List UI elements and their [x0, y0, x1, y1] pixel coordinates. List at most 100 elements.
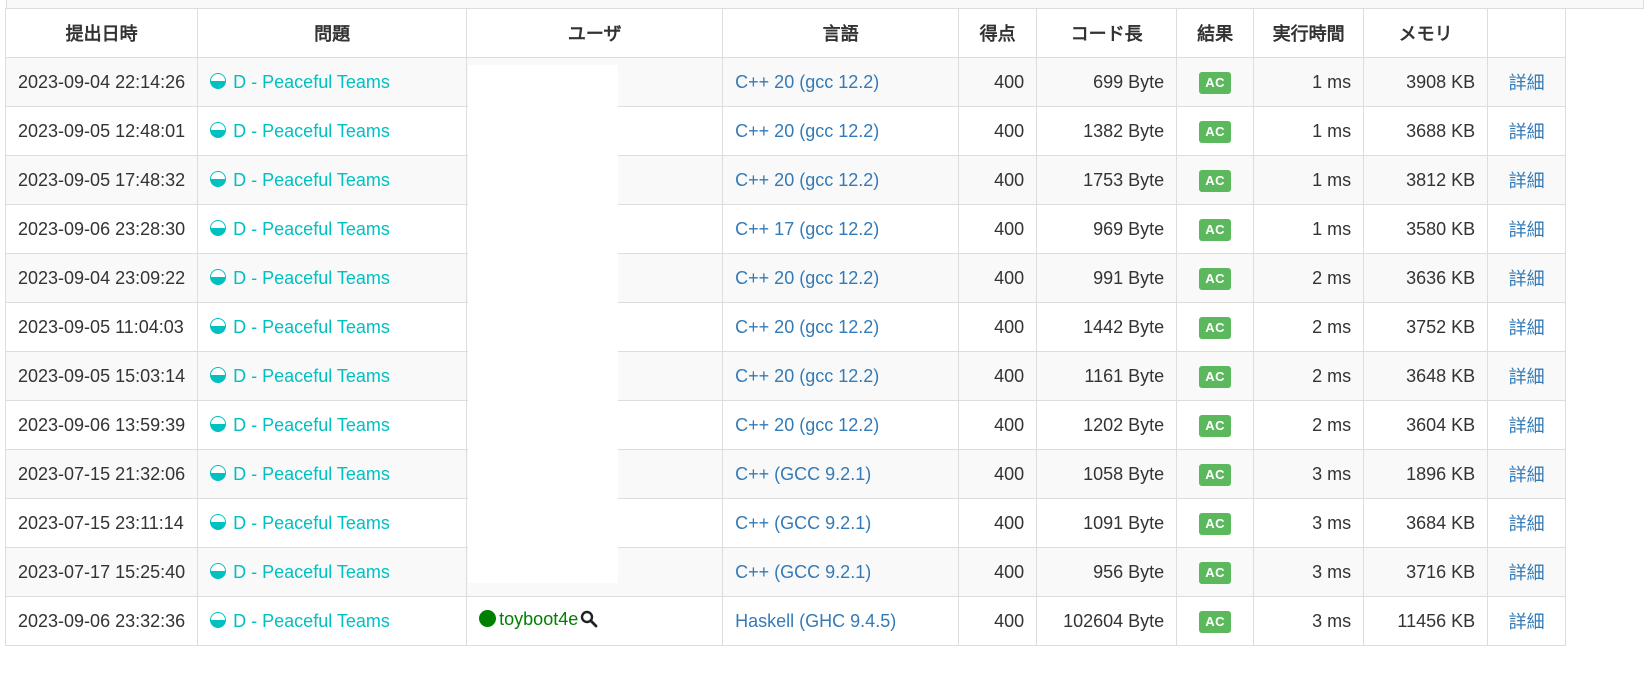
half-filled-circle-icon [210, 121, 227, 138]
task-link[interactable]: D - Peaceful Teams [233, 72, 390, 92]
task-link[interactable]: D - Peaceful Teams [233, 464, 390, 484]
code-length-cell: 1161 Byte [1036, 351, 1178, 401]
task-link[interactable]: D - Peaceful Teams [233, 268, 390, 288]
code-length-cell: 969 Byte [1036, 204, 1178, 254]
language-link[interactable]: C++ 20 (gcc 12.2) [735, 170, 879, 190]
language-link[interactable]: C++ 20 (gcc 12.2) [735, 415, 879, 435]
language-link[interactable]: C++ 20 (gcc 12.2) [735, 268, 879, 288]
header-task: 問題 [197, 8, 468, 58]
task-link[interactable]: D - Peaceful Teams [233, 513, 390, 533]
language-link[interactable]: C++ (GCC 9.2.1) [735, 513, 871, 533]
task-link[interactable]: D - Peaceful Teams [233, 611, 390, 631]
detail-link[interactable]: 詳細 [1509, 416, 1545, 436]
detail-link[interactable]: 詳細 [1509, 465, 1545, 485]
exec-time-cell: 1 ms [1253, 57, 1365, 107]
table-row: 2023-07-15 21:32:06 D - Peaceful Teams C++… [4, 449, 1567, 499]
detail-link[interactable]: 詳細 [1509, 514, 1545, 534]
detail-cell: 詳細 [1487, 302, 1567, 352]
task-link[interactable]: D - Peaceful Teams [233, 121, 390, 141]
submission-time-cell: 2023-09-04 22:14:26 [4, 57, 199, 107]
result-cell: AC [1176, 400, 1255, 450]
header-score[interactable]: 得点 [958, 8, 1038, 58]
detail-link[interactable]: 詳細 [1509, 220, 1545, 240]
memory-cell: 3648 KB [1363, 351, 1489, 401]
submissions-page: 提出日時 問題 ユーザ 言語 得点 コード長 結果 実行時間 メモリ 2023-… [0, 0, 1648, 674]
language-link[interactable]: C++ (GCC 9.2.1) [735, 464, 871, 484]
exec-time-cell: 1 ms [1253, 106, 1365, 156]
language-cell: C++ 17 (gcc 12.2) [722, 204, 960, 254]
status-badge: AC [1199, 365, 1232, 388]
code-length-cell: 1382 Byte [1036, 106, 1178, 156]
memory-cell: 3636 KB [1363, 253, 1489, 303]
submission-time-cell: 2023-07-15 21:32:06 [4, 449, 199, 499]
task-cell: D - Peaceful Teams [197, 106, 468, 156]
memory-cell: 3908 KB [1363, 57, 1489, 107]
detail-link[interactable]: 詳細 [1509, 171, 1545, 191]
exec-time-cell: 1 ms [1253, 155, 1365, 205]
detail-link[interactable]: 詳細 [1509, 612, 1545, 632]
language-link[interactable]: Haskell (GHC 9.4.5) [735, 611, 896, 631]
status-badge: AC [1199, 414, 1232, 437]
result-cell: AC [1176, 253, 1255, 303]
detail-link[interactable]: 詳細 [1509, 122, 1545, 142]
detail-link[interactable]: 詳細 [1509, 269, 1545, 289]
language-link[interactable]: C++ 20 (gcc 12.2) [735, 121, 879, 141]
magnifier-icon[interactable] [580, 610, 598, 633]
language-cell: C++ (GCC 9.2.1) [722, 547, 960, 597]
header-submission-time[interactable]: 提出日時 [4, 8, 199, 58]
task-link[interactable]: D - Peaceful Teams [233, 366, 390, 386]
exec-time-cell: 2 ms [1253, 351, 1365, 401]
table-row: 2023-09-06 23:28:30 D - Peaceful Teams C++… [4, 204, 1567, 254]
task-link[interactable]: D - Peaceful Teams [233, 415, 390, 435]
task-cell: D - Peaceful Teams [197, 155, 468, 205]
language-cell: C++ (GCC 9.2.1) [722, 449, 960, 499]
language-cell: C++ 20 (gcc 12.2) [722, 400, 960, 450]
detail-link[interactable]: 詳細 [1509, 367, 1545, 387]
table-row: 2023-09-05 15:03:14 D - Peaceful Teams C++… [4, 351, 1567, 401]
code-length-cell: 956 Byte [1036, 547, 1178, 597]
detail-cell: 詳細 [1487, 498, 1567, 548]
half-filled-circle-icon [210, 611, 227, 628]
half-filled-circle-icon [210, 72, 227, 89]
task-link[interactable]: D - Peaceful Teams [233, 219, 390, 239]
detail-link[interactable]: 詳細 [1509, 73, 1545, 93]
detail-cell: 詳細 [1487, 351, 1567, 401]
memory-cell: 3716 KB [1363, 547, 1489, 597]
table-row: 2023-09-06 23:32:36 D - Peaceful Teams toy… [4, 596, 1567, 646]
task-cell: D - Peaceful Teams [197, 57, 468, 107]
result-cell: AC [1176, 57, 1255, 107]
user-link[interactable]: toyboot4e [499, 609, 578, 629]
result-cell: AC [1176, 498, 1255, 548]
task-link[interactable]: D - Peaceful Teams [233, 170, 390, 190]
result-cell: AC [1176, 302, 1255, 352]
language-link[interactable]: C++ 20 (gcc 12.2) [735, 366, 879, 386]
status-badge: AC [1199, 218, 1232, 241]
exec-time-cell: 2 ms [1253, 400, 1365, 450]
code-length-cell: 1202 Byte [1036, 400, 1178, 450]
submission-time-cell: 2023-07-17 15:25:40 [4, 547, 199, 597]
status-badge: AC [1199, 463, 1232, 486]
detail-link[interactable]: 詳細 [1509, 318, 1545, 338]
language-link[interactable]: C++ 17 (gcc 12.2) [735, 219, 879, 239]
half-filled-circle-icon [210, 415, 227, 432]
half-filled-circle-icon [210, 366, 227, 383]
detail-cell: 詳細 [1487, 253, 1567, 303]
task-link[interactable]: D - Peaceful Teams [233, 562, 390, 582]
score-cell: 400 [958, 302, 1038, 352]
task-link[interactable]: D - Peaceful Teams [233, 317, 390, 337]
language-link[interactable]: C++ 20 (gcc 12.2) [735, 72, 879, 92]
score-cell: 400 [958, 155, 1038, 205]
detail-link[interactable]: 詳細 [1509, 563, 1545, 583]
code-length-cell: 1442 Byte [1036, 302, 1178, 352]
language-link[interactable]: C++ (GCC 9.2.1) [735, 562, 871, 582]
task-cell: D - Peaceful Teams [197, 596, 468, 646]
score-cell: 400 [958, 204, 1038, 254]
header-memory[interactable]: メモリ [1363, 8, 1489, 58]
detail-cell: 詳細 [1487, 547, 1567, 597]
half-filled-circle-icon [210, 513, 227, 530]
table-row: 2023-07-15 23:11:14 D - Peaceful Teams C++… [4, 498, 1567, 548]
header-code-length[interactable]: コード長 [1036, 8, 1178, 58]
language-link[interactable]: C++ 20 (gcc 12.2) [735, 317, 879, 337]
header-exec-time[interactable]: 実行時間 [1253, 8, 1365, 58]
table-header-row: 提出日時 問題 ユーザ 言語 得点 コード長 結果 実行時間 メモリ [4, 8, 1567, 58]
